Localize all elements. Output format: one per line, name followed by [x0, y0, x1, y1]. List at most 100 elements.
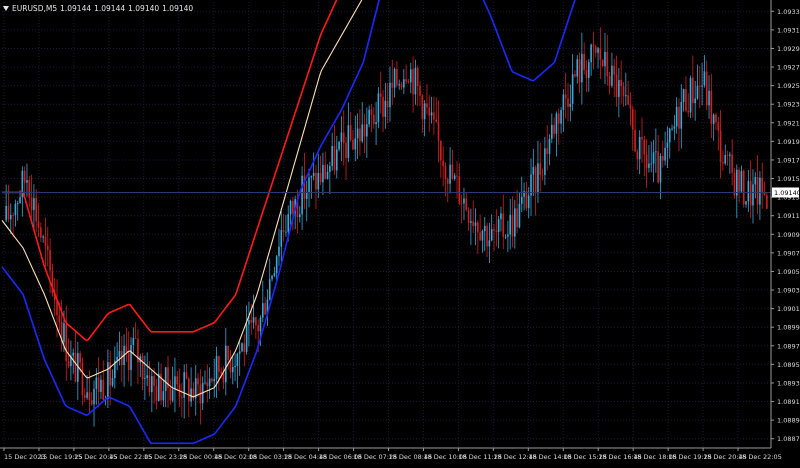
candle-body	[377, 93, 380, 123]
candle-body	[280, 230, 283, 247]
y-tick-label: 1.08895	[777, 417, 800, 425]
price-chart[interactable]: EURUSD,M5 1.09144 1.09144 1.09140 1.0914…	[0, 0, 800, 464]
y-tick-label: 1.09215	[777, 119, 800, 127]
candle-body	[407, 81, 410, 83]
candle-body	[416, 67, 419, 86]
candle-body	[578, 59, 581, 83]
candle-body	[724, 155, 727, 164]
candle-body	[507, 234, 509, 237]
candle-body	[666, 142, 669, 148]
candle-body	[250, 319, 253, 323]
y-tick-label: 1.09035	[777, 287, 800, 295]
candle-body	[414, 67, 417, 95]
candle-body	[46, 245, 49, 250]
candle-body	[312, 172, 315, 177]
candle-body	[729, 154, 731, 156]
band-lower-line	[1, 0, 576, 445]
symbol-label: EURUSD,M5	[12, 3, 58, 13]
candle-body	[289, 200, 292, 215]
candle-body	[555, 113, 558, 134]
candle-body	[618, 80, 620, 97]
candle-body	[340, 132, 343, 142]
candle-body	[218, 356, 220, 372]
candle-body	[474, 222, 477, 226]
candle-body	[701, 85, 703, 87]
y-tick-label: 1.09055	[777, 268, 800, 276]
candle-body	[680, 101, 683, 129]
candle-body	[37, 221, 40, 228]
candle-body	[583, 53, 585, 71]
candle-body	[754, 176, 757, 185]
candle-body	[386, 100, 389, 107]
candle-body	[42, 236, 44, 238]
candle-body	[16, 203, 19, 204]
candle-body	[451, 164, 454, 179]
candle-body	[322, 164, 324, 183]
candle-body	[292, 200, 294, 214]
candle-body	[567, 98, 569, 107]
candle-body	[227, 345, 229, 361]
candle-body	[627, 95, 629, 105]
y-tick-label: 1.08875	[777, 435, 800, 443]
candle-body	[569, 103, 572, 107]
candle-body	[190, 388, 192, 402]
candle-body	[248, 319, 250, 325]
candle-body	[624, 95, 627, 97]
candle-body	[564, 94, 567, 99]
candle-body	[100, 379, 102, 392]
candle-body	[504, 236, 507, 238]
candle-body	[95, 377, 98, 389]
candle-body	[745, 201, 747, 205]
candle-body	[539, 163, 542, 175]
candle-body	[63, 323, 65, 343]
candle-body	[557, 113, 560, 124]
candle-body	[708, 90, 710, 106]
candle-body	[363, 124, 366, 137]
candle-body	[756, 176, 759, 205]
candle-body	[518, 203, 521, 228]
y-tick-label: 1.09175	[777, 156, 800, 164]
candle-body	[153, 376, 155, 386]
candle-body	[282, 230, 285, 232]
candle-body	[231, 366, 234, 373]
candle-body	[264, 303, 266, 315]
candle-body	[650, 163, 653, 165]
candle-body	[278, 246, 280, 257]
candle-body	[243, 343, 246, 352]
candle-body	[766, 195, 768, 209]
candle-body	[396, 68, 398, 86]
y-tick-label: 1.09095	[777, 231, 800, 239]
candle-body	[315, 172, 317, 190]
dropdown-triangle-icon[interactable]	[3, 5, 9, 11]
candle-body	[548, 138, 551, 154]
candle-body	[590, 44, 592, 63]
candle-body	[40, 227, 42, 238]
candle-body	[220, 371, 222, 374]
candle-body	[477, 222, 479, 233]
band-middle-line	[1, 0, 363, 398]
chart-canvas[interactable]: 1.09335 1.09315 1.09295 1.09275 1.09255 1.092…	[0, 0, 800, 464]
candle-body	[211, 378, 213, 382]
y-tick-label: 1.09235	[777, 101, 800, 109]
candle-body	[495, 230, 498, 233]
candle-body	[460, 203, 463, 205]
candle-body	[463, 198, 465, 204]
candle-body	[141, 356, 144, 380]
candle-body	[151, 376, 153, 393]
candle-body	[12, 215, 14, 216]
candle-body	[608, 76, 611, 86]
candle-body	[719, 130, 722, 162]
candle-body	[574, 74, 576, 77]
candle-body	[500, 213, 502, 220]
candle-body	[331, 146, 333, 167]
candle-body	[433, 112, 435, 120]
candle-body	[354, 138, 357, 150]
candle-body	[412, 69, 414, 95]
candle-body	[409, 69, 412, 83]
candle-body	[356, 128, 359, 139]
candle-body	[148, 375, 151, 393]
candle-body	[520, 196, 523, 204]
candle-body	[435, 119, 438, 122]
candle-body	[440, 140, 442, 161]
candle-body	[86, 392, 88, 398]
